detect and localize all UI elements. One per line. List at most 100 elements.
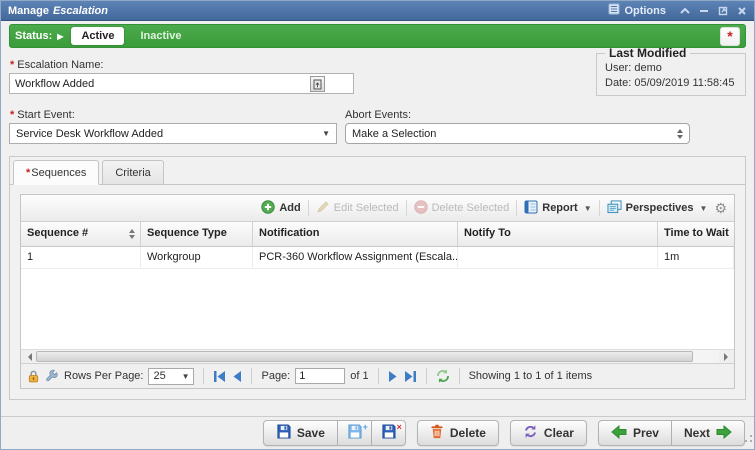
titlebar: Manage Escalation Options [1, 1, 754, 21]
arrow-right-icon [716, 425, 732, 442]
save-floppy-icon [276, 424, 291, 442]
arrow-left-icon [611, 425, 627, 442]
prev-button[interactable]: Prev [598, 420, 672, 446]
grid-header-row: Sequence # Sequence Type Notification No… [21, 222, 734, 247]
horizontal-scrollbar[interactable] [21, 349, 734, 363]
last-modified-fieldset: Last Modified User: demo Date: 05/09/201… [596, 46, 746, 96]
scroll-right-icon[interactable] [719, 350, 734, 363]
scrollbar-thumb[interactable] [36, 351, 693, 362]
escalation-name-input[interactable] [10, 78, 353, 90]
rows-per-page-label: Rows Per Page: [64, 370, 143, 382]
paging-separator [251, 368, 252, 384]
paging-separator [426, 368, 427, 384]
prev-page-icon[interactable] [231, 371, 242, 382]
status-label: Status: ▶ [15, 30, 63, 42]
required-marker: * [10, 59, 14, 71]
sort-icon[interactable] [129, 229, 135, 239]
save-and-close-button[interactable]: × [372, 420, 406, 446]
restore-icon[interactable] [718, 6, 728, 16]
refresh-icon[interactable] [436, 369, 450, 383]
grid-empty-area [21, 269, 734, 349]
plus-badge-icon: + [363, 423, 368, 432]
footer-button-bar: Save + × Delete [1, 416, 754, 449]
window-title-emphasis: Escalation [53, 5, 108, 17]
lock-icon[interactable] [27, 370, 40, 383]
toolbar-separator [308, 200, 309, 216]
dropdown-caret-icon: ▼ [584, 204, 592, 213]
next-button[interactable]: Next [672, 420, 745, 446]
perspectives-button[interactable]: Perspectives ▼ [607, 200, 708, 217]
last-modified-user: User: demo [605, 61, 737, 76]
required-fields-button[interactable]: * [720, 27, 740, 46]
grid-settings-gear-icon[interactable]: ⚙ [714, 201, 727, 215]
paging-summary: Showing 1 to 1 of 1 items [469, 370, 593, 382]
save-and-new-floppy-icon [347, 424, 362, 442]
tab-panel: * Sequences Criteria Add [9, 156, 746, 400]
status-caret-icon: ▶ [57, 32, 63, 41]
required-asterisk-icon: * [727, 29, 732, 43]
page-label: Page: [261, 370, 290, 382]
next-page-icon[interactable] [388, 371, 399, 382]
rows-per-page-select[interactable]: 25 ▼ [148, 368, 194, 385]
add-icon [261, 200, 275, 217]
close-icon[interactable] [737, 6, 747, 16]
options-label: Options [624, 5, 666, 17]
page-number-input[interactable] [295, 368, 345, 384]
cross-badge-icon: × [397, 423, 402, 432]
clear-button[interactable]: Clear [510, 420, 587, 446]
cell-notification: PCR-360 Workflow Assignment (Escala... [253, 247, 458, 268]
window-title: Manage Escalation [8, 5, 608, 17]
save-button[interactable]: Save [263, 420, 338, 446]
window-title-prefix: Manage [8, 5, 49, 17]
collapse-icon[interactable] [680, 7, 690, 14]
last-page-icon[interactable] [404, 371, 417, 382]
add-button[interactable]: Add [261, 200, 300, 217]
dropdown-caret-icon: ▼ [182, 372, 190, 381]
table-row[interactable]: 1 Workgroup PCR-360 Workflow Assignment … [21, 247, 734, 269]
report-button[interactable]: Report ▼ [524, 200, 591, 217]
cell-sequence-number: 1 [21, 247, 141, 268]
edit-selected-button[interactable]: Edit Selected [316, 200, 399, 217]
column-header-time-to-wait[interactable]: Time to Wait [658, 222, 734, 246]
paging-separator [378, 368, 379, 384]
abort-events-select[interactable]: Make a Selection [345, 123, 690, 144]
delete-selected-button[interactable]: Delete Selected [414, 200, 510, 217]
status-option-active[interactable]: Active [71, 27, 124, 45]
save-and-close-floppy-icon [381, 424, 396, 442]
dropdown-caret-icon: ▼ [700, 204, 708, 213]
options-menu-button[interactable]: Options [608, 3, 666, 18]
required-marker: * [26, 167, 30, 179]
resize-grip[interactable] [744, 430, 753, 448]
column-header-notification[interactable]: Notification [253, 222, 458, 246]
column-header-sequence-number[interactable]: Sequence # [21, 222, 141, 246]
expand-editor-icon[interactable] [310, 76, 325, 92]
tab-sequences[interactable]: * Sequences [13, 160, 99, 185]
abort-events-label: Abort Events: [345, 109, 411, 121]
sequences-grid: Add Edit Selected Delete Sel [20, 194, 735, 389]
paging-separator [459, 368, 460, 384]
perspectives-icon [607, 200, 622, 217]
status-option-inactive[interactable]: Inactive [132, 27, 189, 45]
wrench-icon[interactable] [45, 369, 59, 383]
updown-stepper-icon [677, 129, 683, 139]
last-modified-date: Date: 05/09/2019 11:58:45 [605, 76, 737, 91]
cell-notify-to [458, 247, 658, 268]
escalation-name-label: * Escalation Name: [10, 59, 104, 71]
scroll-left-icon[interactable] [21, 350, 36, 363]
first-page-icon[interactable] [213, 371, 226, 382]
tab-criteria[interactable]: Criteria [102, 160, 163, 184]
start-event-value: Service Desk Workflow Added [16, 128, 318, 140]
save-and-new-button[interactable]: + [338, 420, 372, 446]
column-header-notify-to[interactable]: Notify To [458, 222, 658, 246]
page-of-label: of 1 [350, 370, 368, 382]
trash-icon [430, 424, 444, 442]
delete-button[interactable]: Delete [417, 420, 499, 446]
start-event-select[interactable]: Service Desk Workflow Added ▼ [9, 123, 337, 144]
toolbar-separator [516, 200, 517, 216]
minimize-icon[interactable] [699, 6, 709, 15]
column-header-sequence-type[interactable]: Sequence Type [141, 222, 253, 246]
toolbar-separator [599, 200, 600, 216]
escalation-name-field-wrap [9, 73, 354, 94]
last-modified-legend: Last Modified [605, 46, 690, 60]
cell-sequence-type: Workgroup [141, 247, 253, 268]
